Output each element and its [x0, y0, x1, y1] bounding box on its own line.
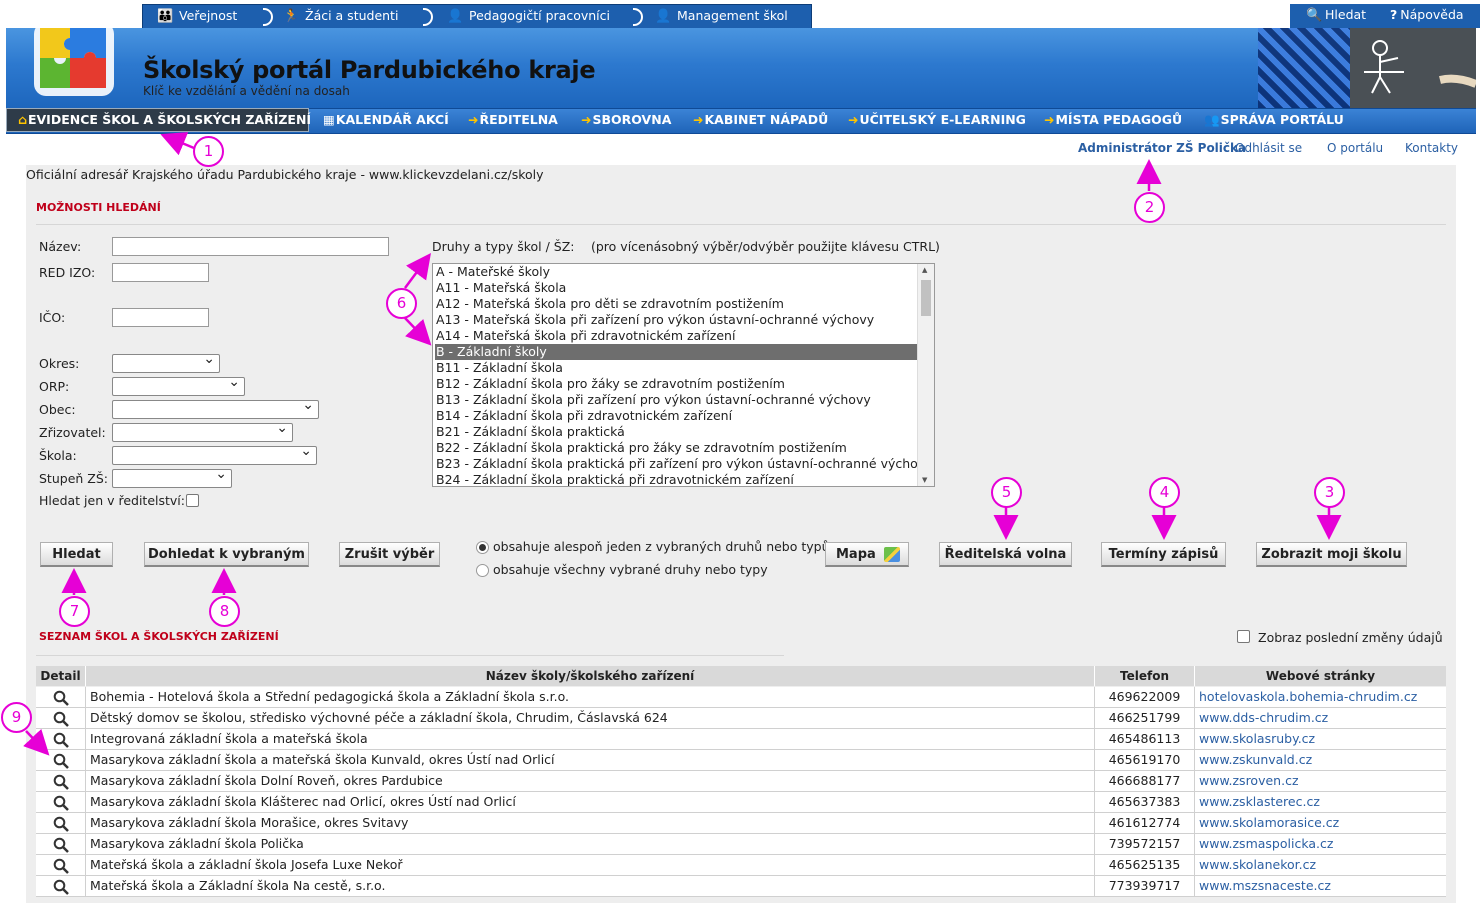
- annotation-badge: 6: [386, 288, 417, 319]
- annotation-badge: 8: [209, 596, 240, 627]
- annotation-badge: 7: [59, 596, 90, 627]
- annotation-badge: 5: [991, 477, 1022, 508]
- annotation-badge: 2: [1134, 192, 1165, 223]
- annotation-arrows: [23, 132, 1342, 756]
- annotation-badge: 4: [1149, 477, 1180, 508]
- annotation-badge: 3: [1314, 477, 1345, 508]
- annotation-badge: 1: [193, 136, 224, 167]
- annotation-badge: 9: [1, 702, 32, 733]
